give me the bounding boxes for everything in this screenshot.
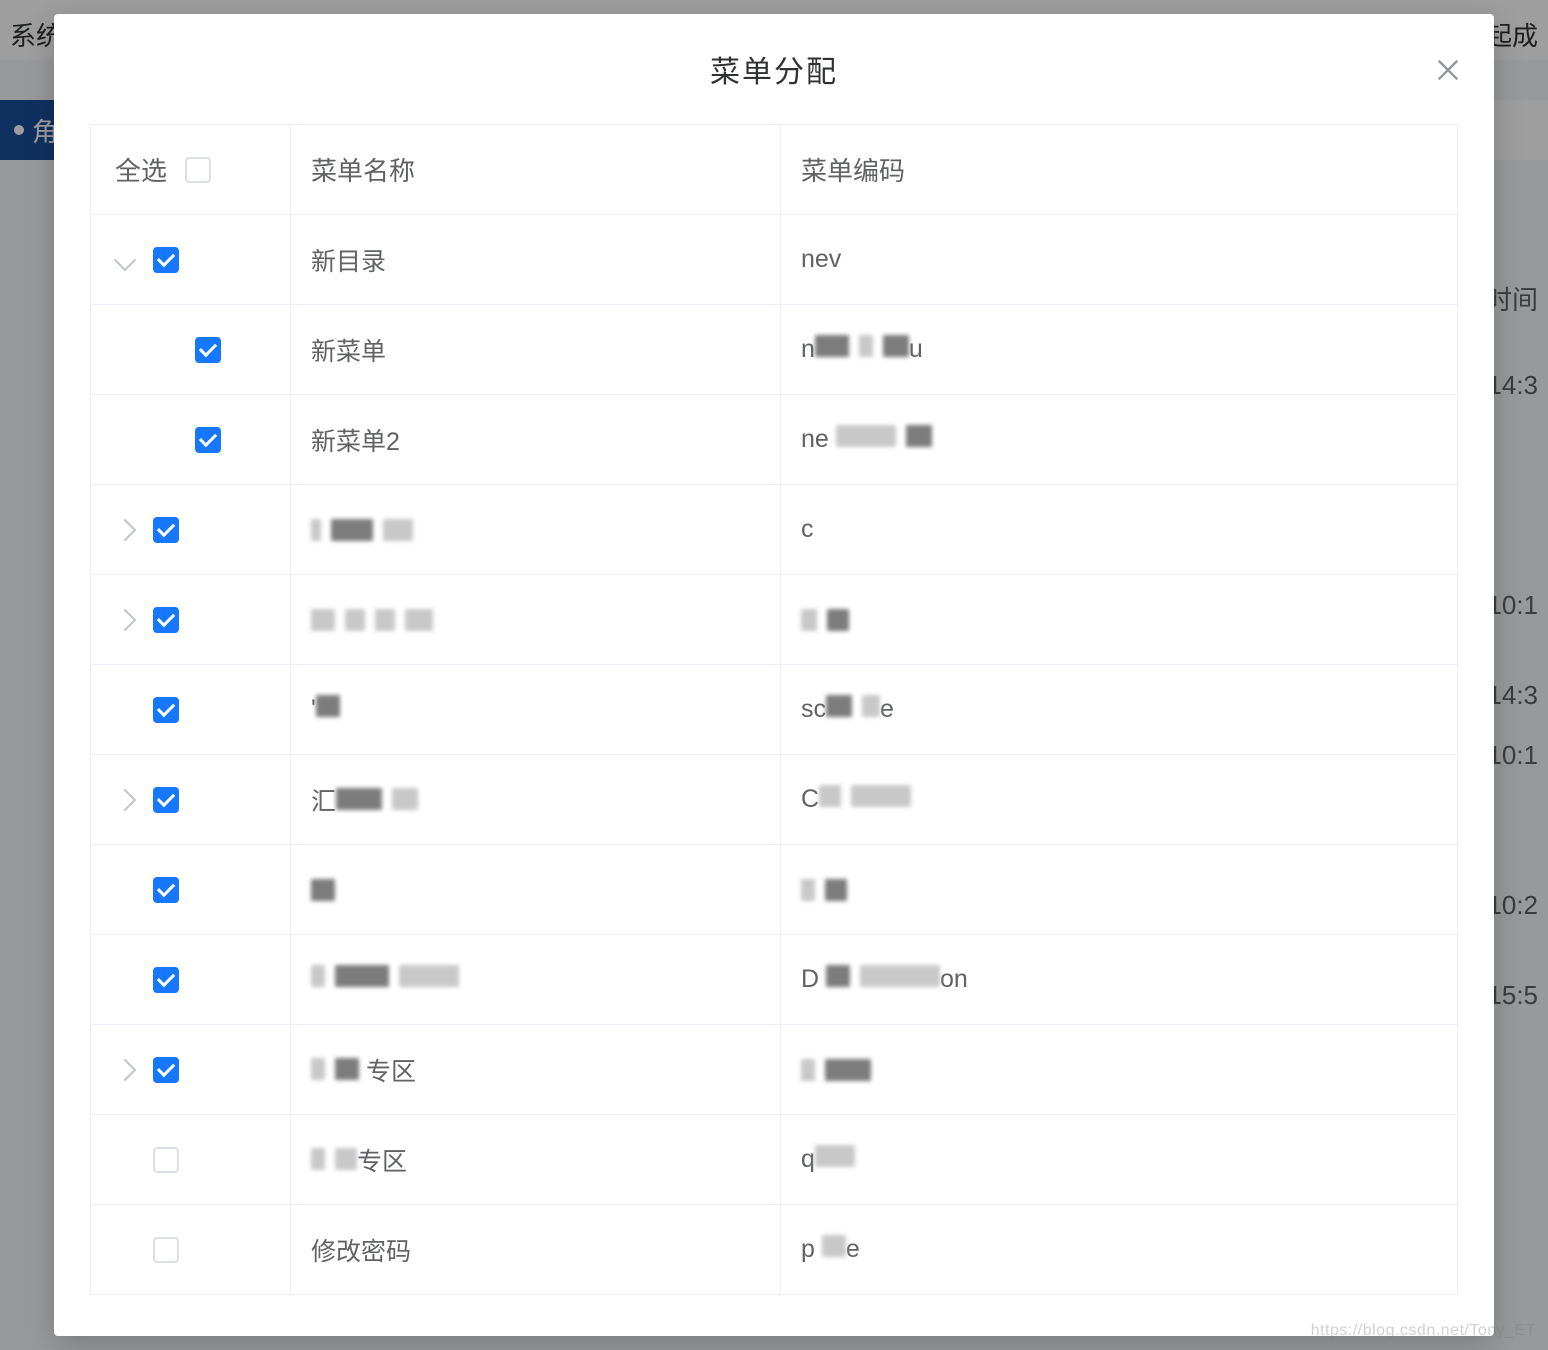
menu-name: 修改密码 bbox=[311, 1232, 411, 1268]
menu-code: p e bbox=[801, 1235, 860, 1264]
row-checkbox[interactable] bbox=[195, 337, 221, 363]
table-row: D on bbox=[91, 935, 1458, 1025]
menu-name: 专区 bbox=[311, 1052, 416, 1088]
row-checkbox[interactable] bbox=[153, 517, 179, 543]
row-checkbox[interactable] bbox=[153, 697, 179, 723]
table-row: 专区 q bbox=[91, 1115, 1458, 1205]
row-checkbox[interactable] bbox=[153, 1057, 179, 1083]
column-menu-code: 菜单编码 bbox=[781, 125, 1458, 215]
table-row: 专区 bbox=[91, 1025, 1458, 1115]
table-row: 新目录 nev bbox=[91, 215, 1458, 305]
row-checkbox[interactable] bbox=[153, 967, 179, 993]
menu-name: 新菜单2 bbox=[311, 422, 400, 458]
menu-name bbox=[311, 519, 413, 541]
table-row bbox=[91, 845, 1458, 935]
menu-name bbox=[311, 609, 433, 631]
row-checkbox[interactable] bbox=[153, 607, 179, 633]
select-all-header: 全选 bbox=[91, 125, 291, 215]
table-row: 修改密码 p e bbox=[91, 1205, 1458, 1295]
menu-code: C bbox=[801, 785, 911, 814]
expand-toggle[interactable] bbox=[111, 612, 139, 628]
dialog-title: 菜单分配 bbox=[710, 47, 838, 91]
table-row: 新菜单 nu bbox=[91, 305, 1458, 395]
expand-toggle[interactable] bbox=[111, 792, 139, 808]
menu-code: sce bbox=[801, 695, 894, 724]
watermark: https://blog.csdn.net/Tony_ET bbox=[1311, 1322, 1536, 1340]
menu-table: 全选 菜单名称 菜单编码 bbox=[90, 124, 1458, 1295]
row-checkbox[interactable] bbox=[153, 1147, 179, 1173]
chevron-right-icon bbox=[114, 518, 137, 541]
menu-code bbox=[801, 1059, 871, 1081]
dialog-body: 全选 菜单名称 菜单编码 bbox=[54, 124, 1494, 1315]
menu-code bbox=[801, 609, 849, 631]
select-all-label: 全选 bbox=[115, 151, 167, 188]
close-icon[interactable] bbox=[1434, 56, 1462, 84]
expand-toggle[interactable] bbox=[111, 522, 139, 538]
expand-toggle[interactable] bbox=[111, 1062, 139, 1078]
menu-assignment-dialog: 菜单分配 全选 菜单名称 bbox=[54, 14, 1494, 1336]
menu-code bbox=[801, 879, 847, 901]
menu-name: 新菜单 bbox=[311, 332, 386, 368]
menu-code: nev bbox=[801, 245, 841, 274]
table-row: c bbox=[91, 485, 1458, 575]
menu-name: 新目录 bbox=[311, 242, 386, 278]
menu-code: nu bbox=[801, 335, 923, 364]
dialog-header: 菜单分配 bbox=[54, 14, 1494, 124]
expand-toggle[interactable] bbox=[111, 252, 139, 268]
table-row bbox=[91, 575, 1458, 665]
column-menu-name: 菜单名称 bbox=[291, 125, 781, 215]
chevron-right-icon bbox=[114, 788, 137, 811]
table-row: ' sce bbox=[91, 665, 1458, 755]
menu-code: c bbox=[801, 515, 814, 544]
menu-code: q bbox=[801, 1145, 855, 1174]
table-row: 新菜单2 ne bbox=[91, 395, 1458, 485]
table-row: 汇 C bbox=[91, 755, 1458, 845]
row-checkbox[interactable] bbox=[153, 247, 179, 273]
menu-code: ne bbox=[801, 425, 932, 454]
menu-name bbox=[311, 965, 459, 994]
row-checkbox[interactable] bbox=[153, 787, 179, 813]
menu-code: D on bbox=[801, 965, 968, 994]
row-checkbox[interactable] bbox=[153, 877, 179, 903]
row-checkbox[interactable] bbox=[153, 1237, 179, 1263]
menu-name: 汇 bbox=[311, 782, 418, 818]
select-all-checkbox[interactable] bbox=[185, 157, 211, 183]
chevron-right-icon bbox=[114, 1058, 137, 1081]
menu-name bbox=[311, 879, 335, 901]
menu-name: ' bbox=[311, 695, 340, 724]
row-checkbox[interactable] bbox=[195, 427, 221, 453]
chevron-right-icon bbox=[114, 608, 137, 631]
menu-name: 专区 bbox=[311, 1142, 407, 1178]
chevron-down-icon bbox=[114, 248, 137, 271]
